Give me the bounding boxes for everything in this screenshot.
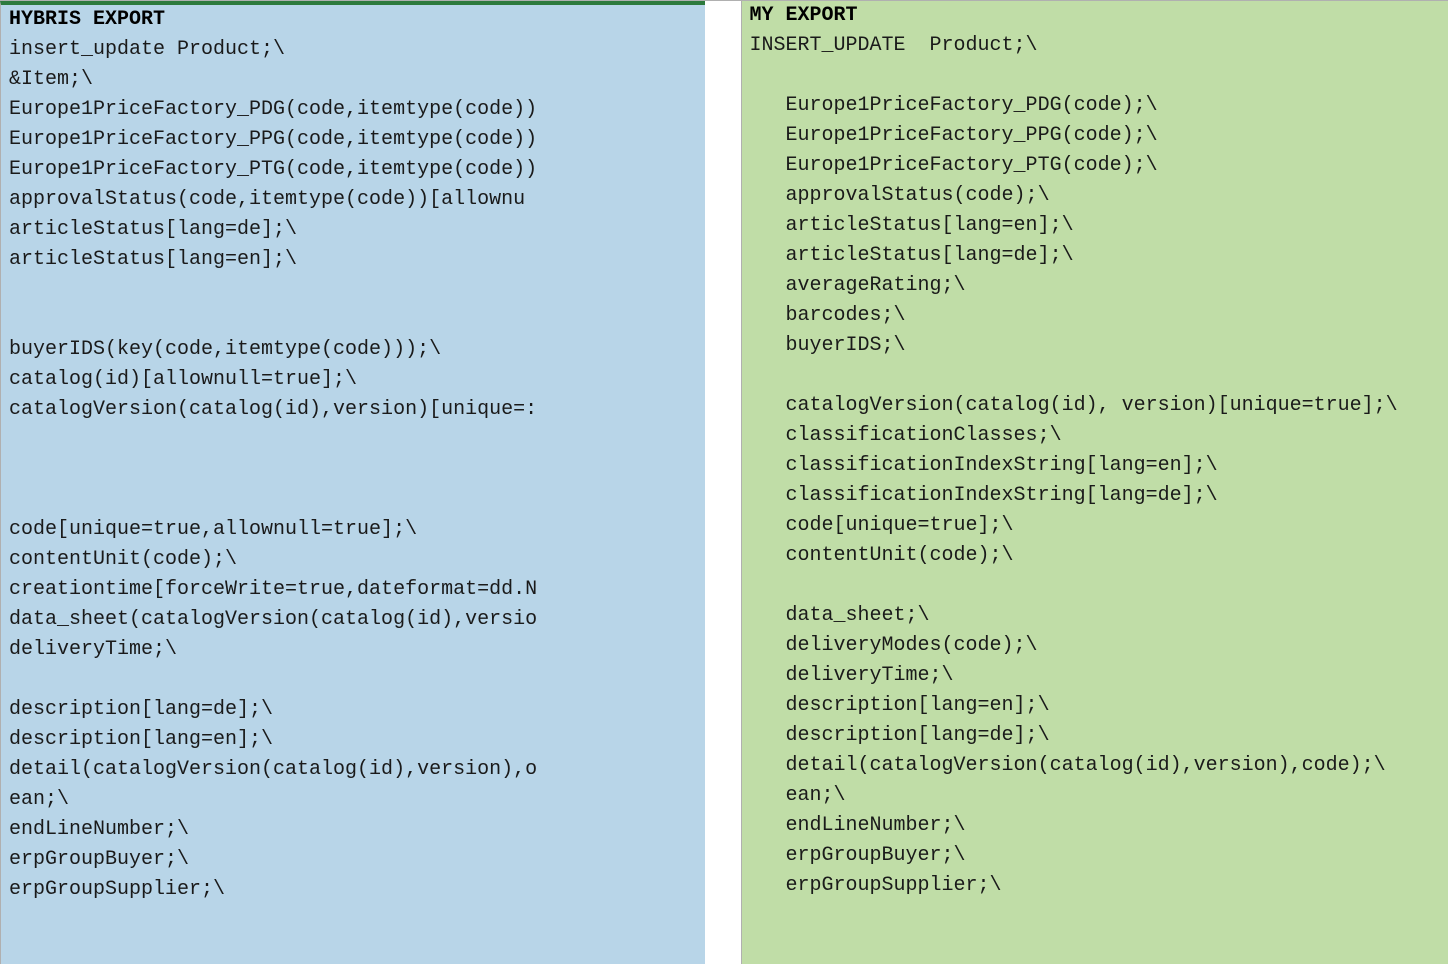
code-line xyxy=(1,665,707,695)
code-line xyxy=(742,571,1448,601)
code-line: detail(catalogVersion(catalog(id),versio… xyxy=(742,751,1448,781)
code-line: creationtime[forceWrite=true,dateformat=… xyxy=(1,575,707,605)
right-content: INSERT_UPDATE Product;\ Europe1PriceFact… xyxy=(742,31,1448,901)
code-line xyxy=(742,61,1448,91)
code-line xyxy=(1,275,707,305)
code-line: erpGroupSupplier;\ xyxy=(742,871,1448,901)
code-line: erpGroupSupplier;\ xyxy=(1,875,707,905)
code-line: catalogVersion(catalog(id), version)[uni… xyxy=(742,391,1448,421)
code-line: description[lang=en];\ xyxy=(1,725,707,755)
code-line: detail(catalogVersion(catalog(id),versio… xyxy=(1,755,707,785)
right-header: MY EXPORT xyxy=(742,1,1448,31)
code-line: catalog(id)[allownull=true];\ xyxy=(1,365,707,395)
code-line: classificationClasses;\ xyxy=(742,421,1448,451)
code-line: barcodes;\ xyxy=(742,301,1448,331)
code-line: description[lang=de];\ xyxy=(1,695,707,725)
code-line: contentUnit(code);\ xyxy=(1,545,707,575)
code-line: data_sheet(catalogVersion(catalog(id),ve… xyxy=(1,605,707,635)
code-line: description[lang=en];\ xyxy=(742,691,1448,721)
code-line: code[unique=true,allownull=true];\ xyxy=(1,515,707,545)
code-line: classificationIndexString[lang=en];\ xyxy=(742,451,1448,481)
code-line: deliveryTime;\ xyxy=(1,635,707,665)
code-line: averageRating;\ xyxy=(742,271,1448,301)
code-line xyxy=(1,485,707,515)
code-line: data_sheet;\ xyxy=(742,601,1448,631)
code-line: Europe1PriceFactory_PPG(code);\ xyxy=(742,121,1448,151)
left-column: HYBRIS EXPORT insert_update Product;\&It… xyxy=(0,1,708,964)
code-line: deliveryTime;\ xyxy=(742,661,1448,691)
code-line: endLineNumber;\ xyxy=(742,811,1448,841)
left-header: HYBRIS EXPORT xyxy=(1,5,707,35)
code-line: Europe1PriceFactory_PTG(code,itemtype(co… xyxy=(1,155,707,185)
code-line: insert_update Product;\ xyxy=(1,35,707,65)
code-line: Europe1PriceFactory_PTG(code);\ xyxy=(742,151,1448,181)
code-line: erpGroupBuyer;\ xyxy=(742,841,1448,871)
code-line: erpGroupBuyer;\ xyxy=(1,845,707,875)
code-line: Europe1PriceFactory_PDG(code,itemtype(co… xyxy=(1,95,707,125)
code-line: articleStatus[lang=de];\ xyxy=(742,241,1448,271)
right-column: MY EXPORT INSERT_UPDATE Product;\ Europe… xyxy=(741,1,1448,964)
code-line: description[lang=de];\ xyxy=(742,721,1448,751)
code-line xyxy=(1,305,707,335)
code-line: ean;\ xyxy=(1,785,707,815)
code-line: endLineNumber;\ xyxy=(1,815,707,845)
code-line: ean;\ xyxy=(742,781,1448,811)
code-line: articleStatus[lang=en];\ xyxy=(1,245,707,275)
code-line xyxy=(742,361,1448,391)
code-line xyxy=(1,425,707,455)
code-line: approvalStatus(code,itemtype(code))[allo… xyxy=(1,185,707,215)
code-line: buyerIDS;\ xyxy=(742,331,1448,361)
code-line: deliveryModes(code);\ xyxy=(742,631,1448,661)
code-line: classificationIndexString[lang=de];\ xyxy=(742,481,1448,511)
code-line: articleStatus[lang=en];\ xyxy=(742,211,1448,241)
code-line: INSERT_UPDATE Product;\ xyxy=(742,31,1448,61)
code-line: catalogVersion(catalog(id),version)[uniq… xyxy=(1,395,707,425)
code-line: approvalStatus(code);\ xyxy=(742,181,1448,211)
code-line: Europe1PriceFactory_PPG(code,itemtype(co… xyxy=(1,125,707,155)
code-line: contentUnit(code);\ xyxy=(742,541,1448,571)
left-content: insert_update Product;\&Item;\Europe1Pri… xyxy=(1,35,707,905)
code-line xyxy=(1,455,707,485)
column-divider xyxy=(705,1,741,964)
code-line: articleStatus[lang=de];\ xyxy=(1,215,707,245)
code-line: &Item;\ xyxy=(1,65,707,95)
code-line: code[unique=true];\ xyxy=(742,511,1448,541)
code-line: buyerIDS(key(code,itemtype(code)));\ xyxy=(1,335,707,365)
code-line: Europe1PriceFactory_PDG(code);\ xyxy=(742,91,1448,121)
